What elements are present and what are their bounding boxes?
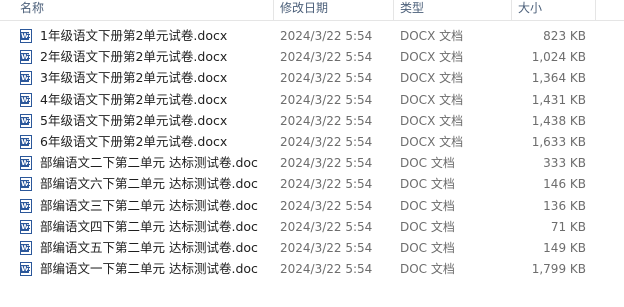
file-type: DOC 文档 — [400, 262, 455, 277]
file-type: DOC 文档 — [400, 177, 455, 192]
file-row[interactable]: W 5年级语文下册第2单元试卷.docx 2024/3/22 5:54 DOCX 文档… — [0, 110, 624, 132]
file-name: 3年级语文下册第2单元试卷.docx — [40, 70, 228, 86]
file-name: 6年级语文下册第2单元试卷.docx — [40, 134, 228, 149]
file-type: DOC 文档 — [400, 198, 455, 213]
file-type: DOCX 文档 — [400, 113, 464, 128]
file-type: DOCX 文档 — [400, 29, 464, 43]
file-modified-date: 2024/3/22 5:54 — [280, 219, 373, 234]
file-row[interactable]: W 2年级语文下册第2单元试卷.docx 2024/3/22 5:54 DOCX 文档… — [0, 46, 624, 68]
file-modified-date: 2024/3/22 5:54 — [280, 241, 373, 255]
file-size: 1,633 KB — [531, 135, 586, 149]
word-document-icon: W — [20, 219, 32, 234]
file-row[interactable]: W 部编语文六下第二单元 达标测试卷.doc 2024/3/22 5:54 DOC 文… — [0, 173, 624, 195]
file-type: DOC 文档 — [400, 241, 455, 255]
file-name: 1年级语文下册第2单元试卷.docx — [40, 28, 228, 43]
file-size: 149 KB — [543, 241, 586, 255]
word-document-icon: W — [20, 198, 32, 213]
file-row[interactable]: W 部编语文二下第二单元 达标测试卷.doc 2024/3/22 5:54 DOC 文… — [0, 152, 624, 174]
file-row[interactable]: W 部编语文三下第二单元 达标测试卷.doc 2024/3/22 5:54 DOC 文… — [0, 195, 624, 217]
file-type: DOCX 文档 — [400, 50, 464, 65]
file-size: 1,799 KB — [531, 262, 586, 277]
file-name: 部编语文三下第二单元 达标测试卷.doc — [40, 197, 258, 213]
file-name: 部编语文五下第二单元 达标测试卷.doc — [40, 240, 258, 255]
word-document-icon: W — [20, 156, 32, 171]
file-modified-date: 2024/3/22 5:54 — [280, 92, 373, 107]
column-divider[interactable] — [595, 0, 596, 20]
word-document-icon: W — [20, 135, 32, 149]
file-size: 71 KB — [550, 219, 586, 234]
file-size: 1,364 KB — [531, 71, 586, 86]
file-name: 4年级语文下册第2单元试卷.docx — [40, 91, 228, 107]
file-row[interactable]: W 部编语文一下第二单元 达标测试卷.doc 2024/3/22 5:54 DOC 文… — [0, 258, 624, 280]
file-size: 1,431 KB — [531, 92, 586, 107]
file-row[interactable]: W 部编语文五下第二单元 达标测试卷.doc 2024/3/22 5:54 DOC 文… — [0, 237, 624, 259]
file-modified-date: 2024/3/22 5:54 — [280, 29, 373, 43]
file-name: 部编语文一下第二单元 达标测试卷.doc — [40, 261, 258, 277]
file-size: 136 KB — [543, 198, 586, 213]
file-size: 146 KB — [543, 177, 586, 192]
file-name: 部编语文二下第二单元 达标测试卷.doc — [40, 155, 258, 171]
file-type: DOCX 文档 — [400, 92, 464, 107]
file-size: 1,024 KB — [531, 50, 586, 65]
word-document-icon: W — [20, 92, 32, 107]
word-document-icon: W — [20, 29, 32, 43]
file-size: 333 KB — [543, 156, 586, 171]
file-type: DOC 文档 — [400, 219, 455, 234]
file-type: DOCX 文档 — [400, 71, 464, 86]
column-header-name[interactable]: 名称 — [14, 0, 272, 20]
column-header-type[interactable]: 类型 — [394, 0, 510, 20]
word-document-icon: W — [20, 50, 32, 65]
file-type: DOCX 文档 — [400, 135, 464, 149]
column-header-date[interactable]: 修改日期 — [274, 0, 392, 20]
file-modified-date: 2024/3/22 5:54 — [280, 156, 373, 171]
file-name: 2年级语文下册第2单元试卷.docx — [40, 49, 228, 65]
word-document-icon: W — [20, 71, 32, 86]
file-modified-date: 2024/3/22 5:54 — [280, 177, 373, 192]
file-modified-date: 2024/3/22 5:54 — [280, 71, 373, 86]
file-size: 823 KB — [543, 29, 586, 43]
file-name: 5年级语文下册第2单元试卷.docx — [40, 112, 228, 128]
word-document-icon: W — [20, 262, 32, 277]
file-modified-date: 2024/3/22 5:54 — [280, 198, 373, 213]
column-header-bar: 名称 修改日期 类型 大小 — [0, 0, 624, 21]
file-name: 部编语文六下第二单元 达标测试卷.doc — [40, 176, 258, 192]
word-document-icon: W — [20, 113, 32, 128]
file-row[interactable]: W 6年级语文下册第2单元试卷.docx 2024/3/22 5:54 DOCX 文档… — [0, 131, 624, 153]
file-size: 1,438 KB — [531, 113, 586, 128]
word-document-icon: W — [20, 177, 32, 192]
file-name: 部编语文四下第二单元 达标测试卷.doc — [40, 218, 258, 234]
file-modified-date: 2024/3/22 5:54 — [280, 262, 373, 277]
file-row[interactable]: W 部编语文四下第二单元 达标测试卷.doc 2024/3/22 5:54 DOC 文… — [0, 216, 624, 238]
file-row[interactable]: W 3年级语文下册第2单元试卷.docx 2024/3/22 5:54 DOCX 文档… — [0, 67, 624, 89]
file-type: DOC 文档 — [400, 156, 455, 171]
file-modified-date: 2024/3/22 5:54 — [280, 135, 373, 149]
column-header-size[interactable]: 大小 — [512, 0, 594, 20]
word-document-icon: W — [20, 241, 32, 255]
file-modified-date: 2024/3/22 5:54 — [280, 113, 373, 128]
file-row[interactable]: W 4年级语文下册第2单元试卷.docx 2024/3/22 5:54 DOCX 文档… — [0, 89, 624, 111]
file-modified-date: 2024/3/22 5:54 — [280, 50, 373, 65]
file-row[interactable]: W 1年级语文下册第2单元试卷.docx 2024/3/22 5:54 DOCX 文档… — [0, 25, 624, 47]
